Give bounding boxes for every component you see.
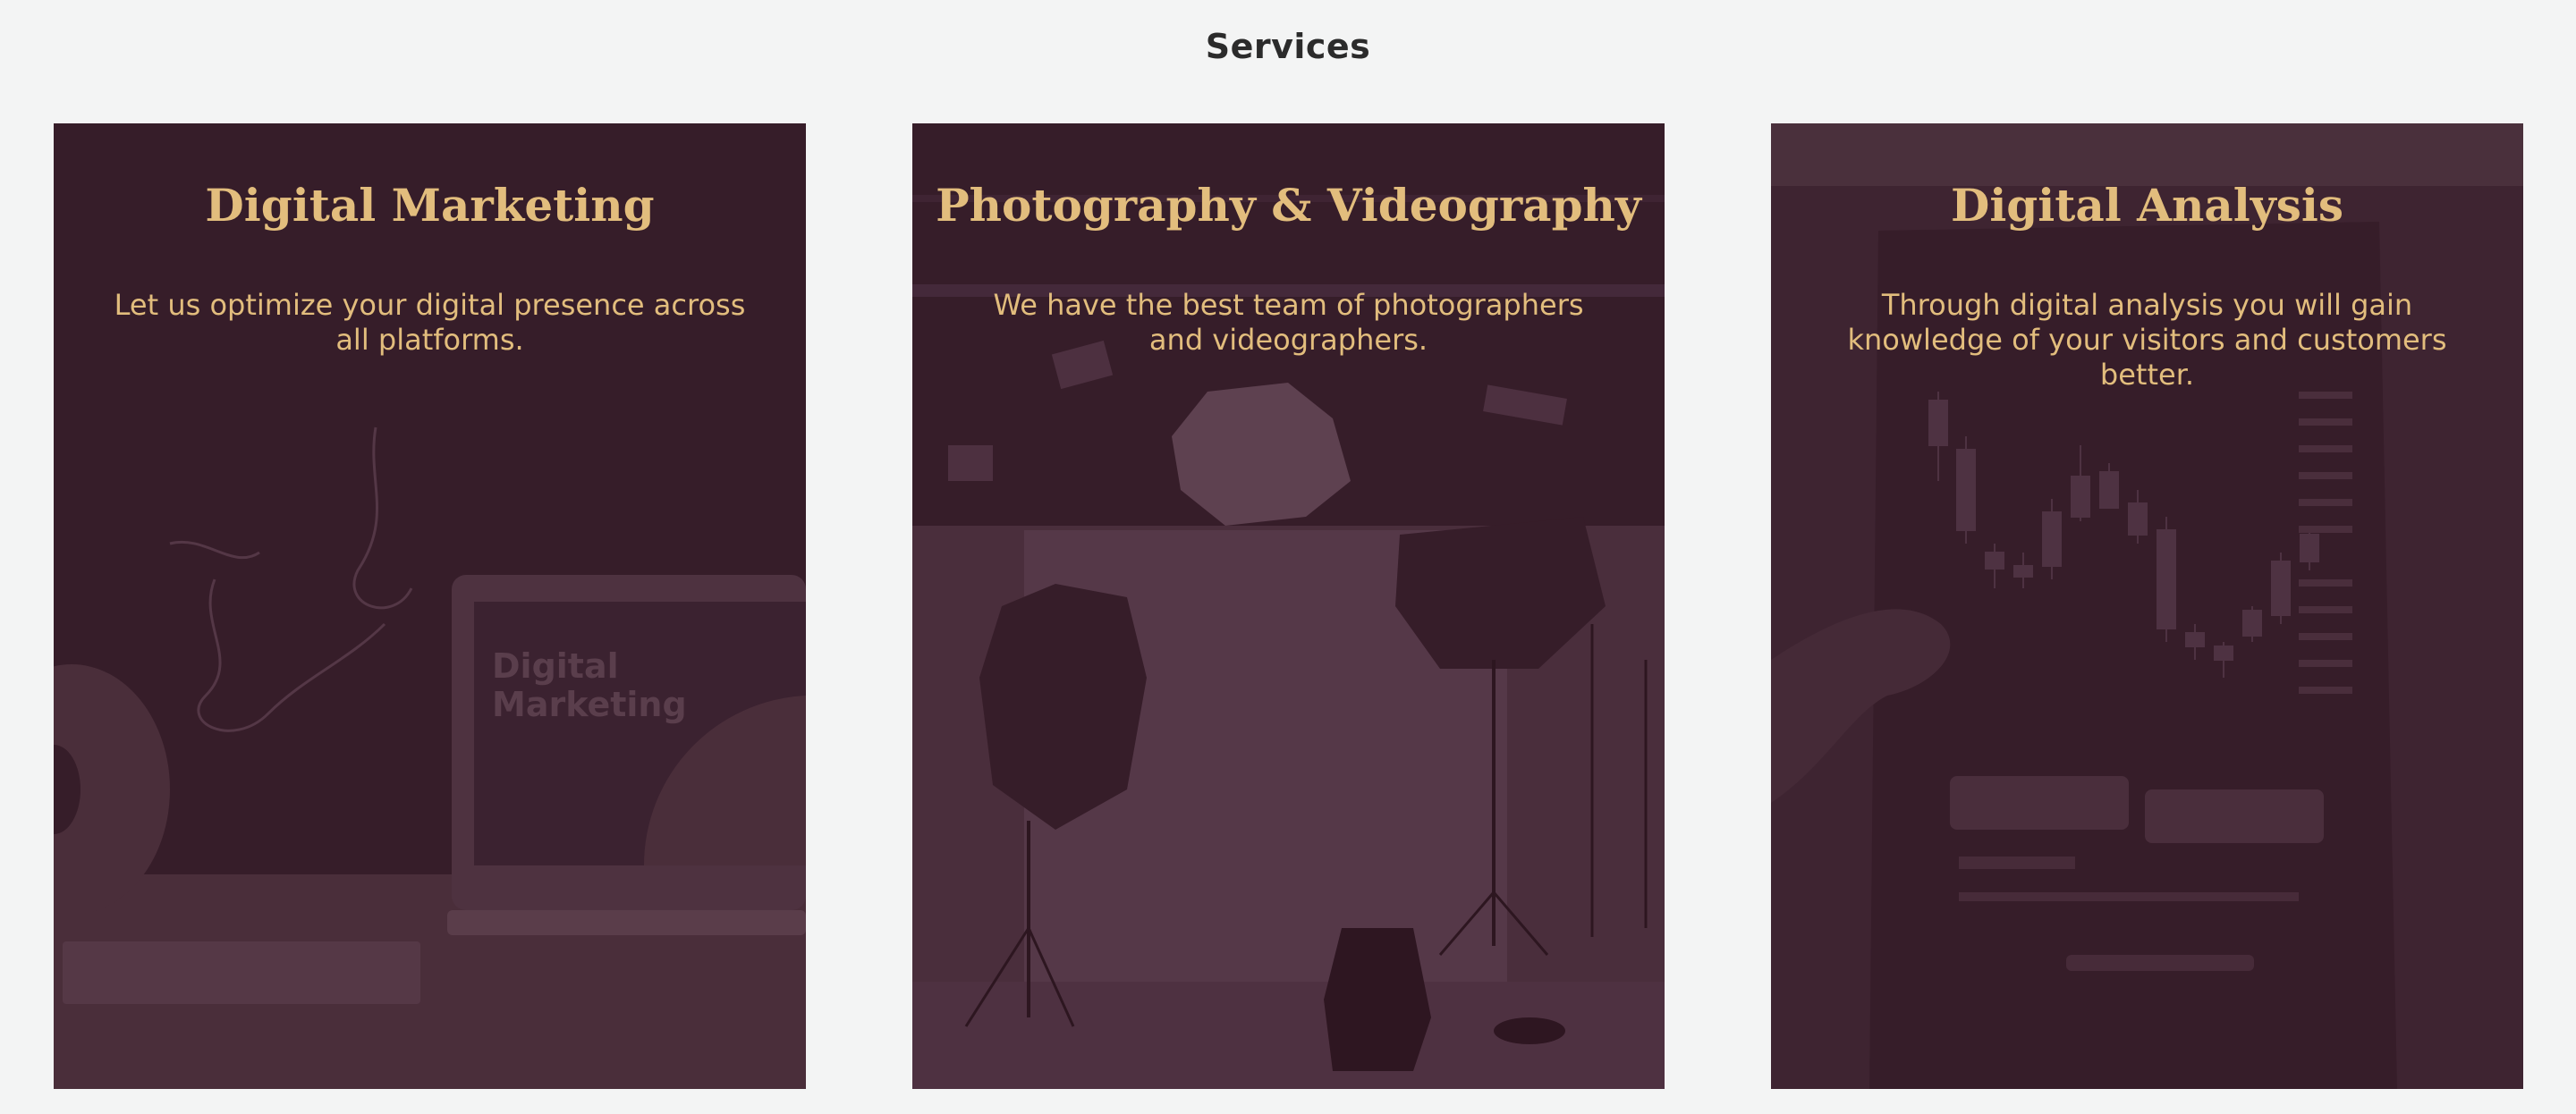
card-background-phone-chart-image [1771, 123, 2523, 1089]
card-background-laptop-image: Digital Marketing [54, 123, 806, 1089]
section-title: Services [1205, 27, 1371, 66]
service-card-photography[interactable]: Photography & Videography We have the be… [912, 123, 1665, 1089]
card-description: Let us optimize your digital presence ac… [114, 288, 746, 357]
card-description: We have the best team of photographers a… [993, 288, 1584, 357]
card-title: Digital Marketing [205, 179, 655, 232]
card-title: Photography & Videography [936, 179, 1641, 232]
service-card-digital-analysis[interactable]: Digital Analysis Through digital analysi… [1771, 123, 2523, 1089]
card-description: Through digital analysis you will gain k… [1847, 288, 2447, 392]
laptop-screen-text: Marketing [492, 685, 687, 724]
card-background-studio-image [912, 123, 1665, 1089]
laptop-screen-text: Digital [492, 646, 619, 686]
service-card-digital-marketing[interactable]: Digital Marketing Digital Marketing Let … [54, 123, 806, 1089]
card-title: Digital Analysis [1950, 179, 2344, 232]
